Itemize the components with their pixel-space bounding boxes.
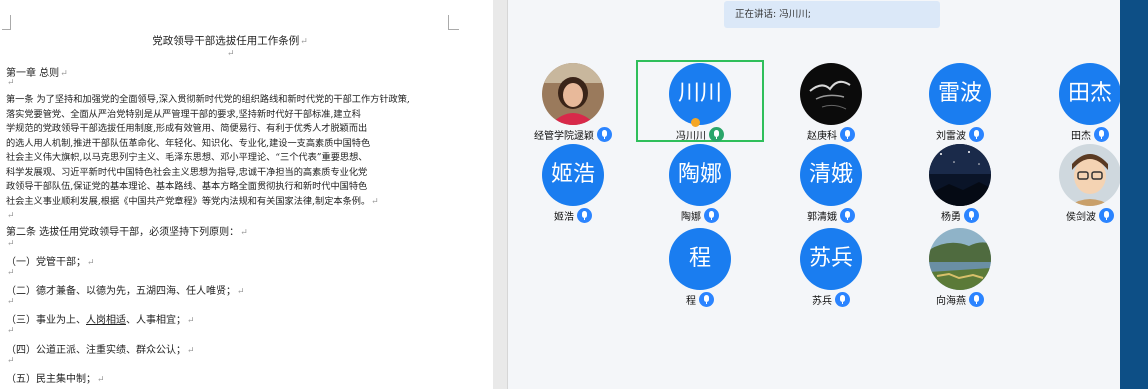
participant-avatar: 雷波	[929, 63, 991, 125]
article-1-line: 社会主义伟大旗帜,以马克思列宁主义、毛泽东思想、邓小平理论、“三个代表”重要思想…	[6, 152, 368, 163]
participant-avatar-photo	[800, 63, 862, 125]
article-1-line: 社会主义事业顺利发展,根据《中国共产党章程》等党内法规和有关国家法律,制定本条例…	[6, 195, 379, 207]
participant-avatar: 陶娜	[669, 144, 731, 206]
article-1-line: 的选人用人机制,推进干部队伍革命化、年轻化、知识化、专业化,建设一支高素质中国特…	[6, 137, 371, 149]
principle-text: （三）事业为上、	[6, 315, 86, 326]
empty-paragraph: ↵	[7, 78, 15, 88]
microphone-icon[interactable]	[840, 208, 855, 223]
microphone-active-icon[interactable]	[709, 127, 724, 142]
right-side-panel-edge	[1120, 0, 1148, 389]
empty-paragraph: ↵	[7, 268, 15, 278]
principle-text: （二）德才兼备、以德为先，五湖四海、任人唯贤；	[6, 286, 236, 297]
participant-name: 刘雷波	[936, 131, 966, 142]
participant-avatar: 姬浩	[542, 144, 604, 206]
microphone-icon[interactable]	[964, 208, 979, 223]
principle-item[interactable]: （二）德才兼备、以德为先，五湖四海、任人唯贤；↵	[6, 282, 245, 297]
microphone-icon[interactable]	[699, 292, 714, 307]
participant-tile[interactable]: 陶娜 陶娜	[635, 144, 765, 223]
participant-tile[interactable]: 杨勇	[895, 144, 1025, 223]
article-2-heading[interactable]: 第二条 选拔任用党政领导干部，必须坚持下列原则：↵	[6, 223, 248, 238]
meeting-gallery: 正在讲话: 冯川川; 经管学院逯颖 川川 冯川川 赵庚科 雷波 刘雷波 田杰 田…	[508, 0, 1121, 389]
article-1-line: 政领导干部队伍,保证党的基本理论、基本路线、基本方略全面贯彻执行和新时代中国特色	[6, 181, 368, 192]
document-title[interactable]: 党政领导干部选拔任用工作条例↵	[0, 33, 460, 48]
participant-name: 杨勇	[941, 212, 961, 223]
participant-avatar: 川川	[669, 63, 731, 125]
article-2-text: 第二条 选拔任用党政领导干部，必须坚持下列原则：	[6, 227, 240, 238]
participant-name: 陶娜	[681, 212, 701, 223]
participant-tile[interactable]: 苏兵 苏兵	[766, 228, 896, 307]
article-1-line: 落实党要管党、全面从严治党特别是从严管理干部的要求,坚持新时代好干部标准,建立科	[6, 108, 361, 120]
speaking-indicator: 正在讲话: 冯川川;	[724, 1, 940, 28]
article-1-line: 科学发展观、习近平新时代中国特色社会主义思想为指导,忠诚干净担当的高素质专业化党	[6, 166, 368, 178]
empty-paragraph: ↵	[7, 326, 15, 336]
participant-tile[interactable]: 川川 冯川川	[635, 63, 765, 142]
participant-name: 侯剑波	[1066, 212, 1096, 223]
microphone-icon[interactable]	[835, 292, 850, 307]
participant-name: 冯川川	[676, 131, 706, 142]
microphone-icon[interactable]	[1094, 127, 1109, 142]
participant-tile[interactable]: 向海燕	[895, 228, 1025, 307]
participant-tile[interactable]: 清娥 郭清娥	[766, 144, 896, 223]
participant-avatar: 清娥	[800, 144, 862, 206]
participant-avatar-photo	[542, 63, 604, 125]
principle-item[interactable]: （一）党管干部；↵	[6, 253, 95, 268]
principle-text: 、人事相宜；	[126, 315, 186, 326]
microphone-icon[interactable]	[704, 208, 719, 223]
principle-item[interactable]: （四）公道正派、注重实绩、群众公认；↵	[6, 341, 195, 356]
participant-tile[interactable]: 雷波 刘雷波	[895, 63, 1025, 142]
principle-text: （五）民主集中制；	[6, 374, 96, 385]
document-page: 党政领导干部选拔任用工作条例↵ ↵ 第一章 总则↵ ↵ 第一条 为了坚持和加强党…	[0, 0, 493, 389]
participant-name: 苏兵	[812, 296, 832, 307]
participant-avatar-photo	[929, 228, 991, 290]
participant-tile[interactable]: 经管学院逯颖	[508, 63, 638, 142]
article-1-line: 学规范的党政领导干部选拔任用制度,形成有效管用、简便易行、有利于优秀人才脱颖而出	[6, 123, 368, 134]
empty-paragraph: ↵	[227, 49, 235, 59]
document-edge-divider	[493, 0, 508, 389]
microphone-icon[interactable]	[969, 127, 984, 142]
article-1-paragraph[interactable]: 第一条 为了坚持和加强党的全面领导,深入贯彻新时代党的组织路线和新时代党的干部工…	[6, 93, 458, 224]
participant-name: 程	[686, 296, 696, 307]
article-1-line: 第一条 为了坚持和加强党的全面领导,深入贯彻新时代党的组织路线和新时代党的干部工…	[6, 94, 410, 105]
chapter-heading[interactable]: 第一章 总则↵	[6, 64, 68, 79]
underlined-text: 人岗相适	[86, 315, 126, 326]
empty-paragraph: ↵	[7, 297, 15, 307]
participant-name: 田杰	[1071, 131, 1091, 142]
principle-item[interactable]: （三）事业为上、人岗相适、人事相宜；↵	[6, 311, 195, 326]
participant-name: 姬浩	[554, 212, 574, 223]
participant-tile[interactable]: 程 程	[635, 228, 765, 307]
document-title-text: 党政领导干部选拔任用工作条例	[152, 35, 300, 47]
empty-paragraph: ↵	[7, 356, 15, 366]
participant-avatar: 苏兵	[800, 228, 862, 290]
principle-text: （一）党管干部；	[6, 257, 86, 268]
page-corner-mark	[2, 15, 11, 30]
participant-name: 向海燕	[936, 296, 966, 307]
participant-name: 赵庚科	[807, 131, 837, 142]
principle-item[interactable]: （五）民主集中制；↵	[6, 370, 105, 385]
participant-name: 郭清娥	[807, 212, 837, 223]
page-corner-mark	[448, 15, 459, 30]
participant-avatar: 程	[669, 228, 731, 290]
microphone-icon[interactable]	[840, 127, 855, 142]
microphone-icon[interactable]	[969, 292, 984, 307]
participant-tile[interactable]: 姬浩 姬浩	[508, 144, 638, 223]
principle-text: （四）公道正派、注重实绩、群众公认；	[6, 345, 186, 356]
empty-paragraph: ↵	[7, 239, 15, 249]
participant-avatar-photo	[929, 144, 991, 206]
microphone-icon[interactable]	[577, 208, 592, 223]
empty-paragraph: ↵	[7, 211, 15, 221]
participant-avatar: 田杰	[1059, 63, 1121, 125]
microphone-icon[interactable]	[597, 127, 612, 142]
microphone-icon[interactable]	[1099, 208, 1114, 223]
host-badge-icon	[691, 118, 700, 127]
participant-tile[interactable]: 赵庚科	[766, 63, 896, 142]
participant-avatar-photo	[1059, 144, 1121, 206]
participant-name: 经管学院逯颖	[534, 131, 594, 142]
